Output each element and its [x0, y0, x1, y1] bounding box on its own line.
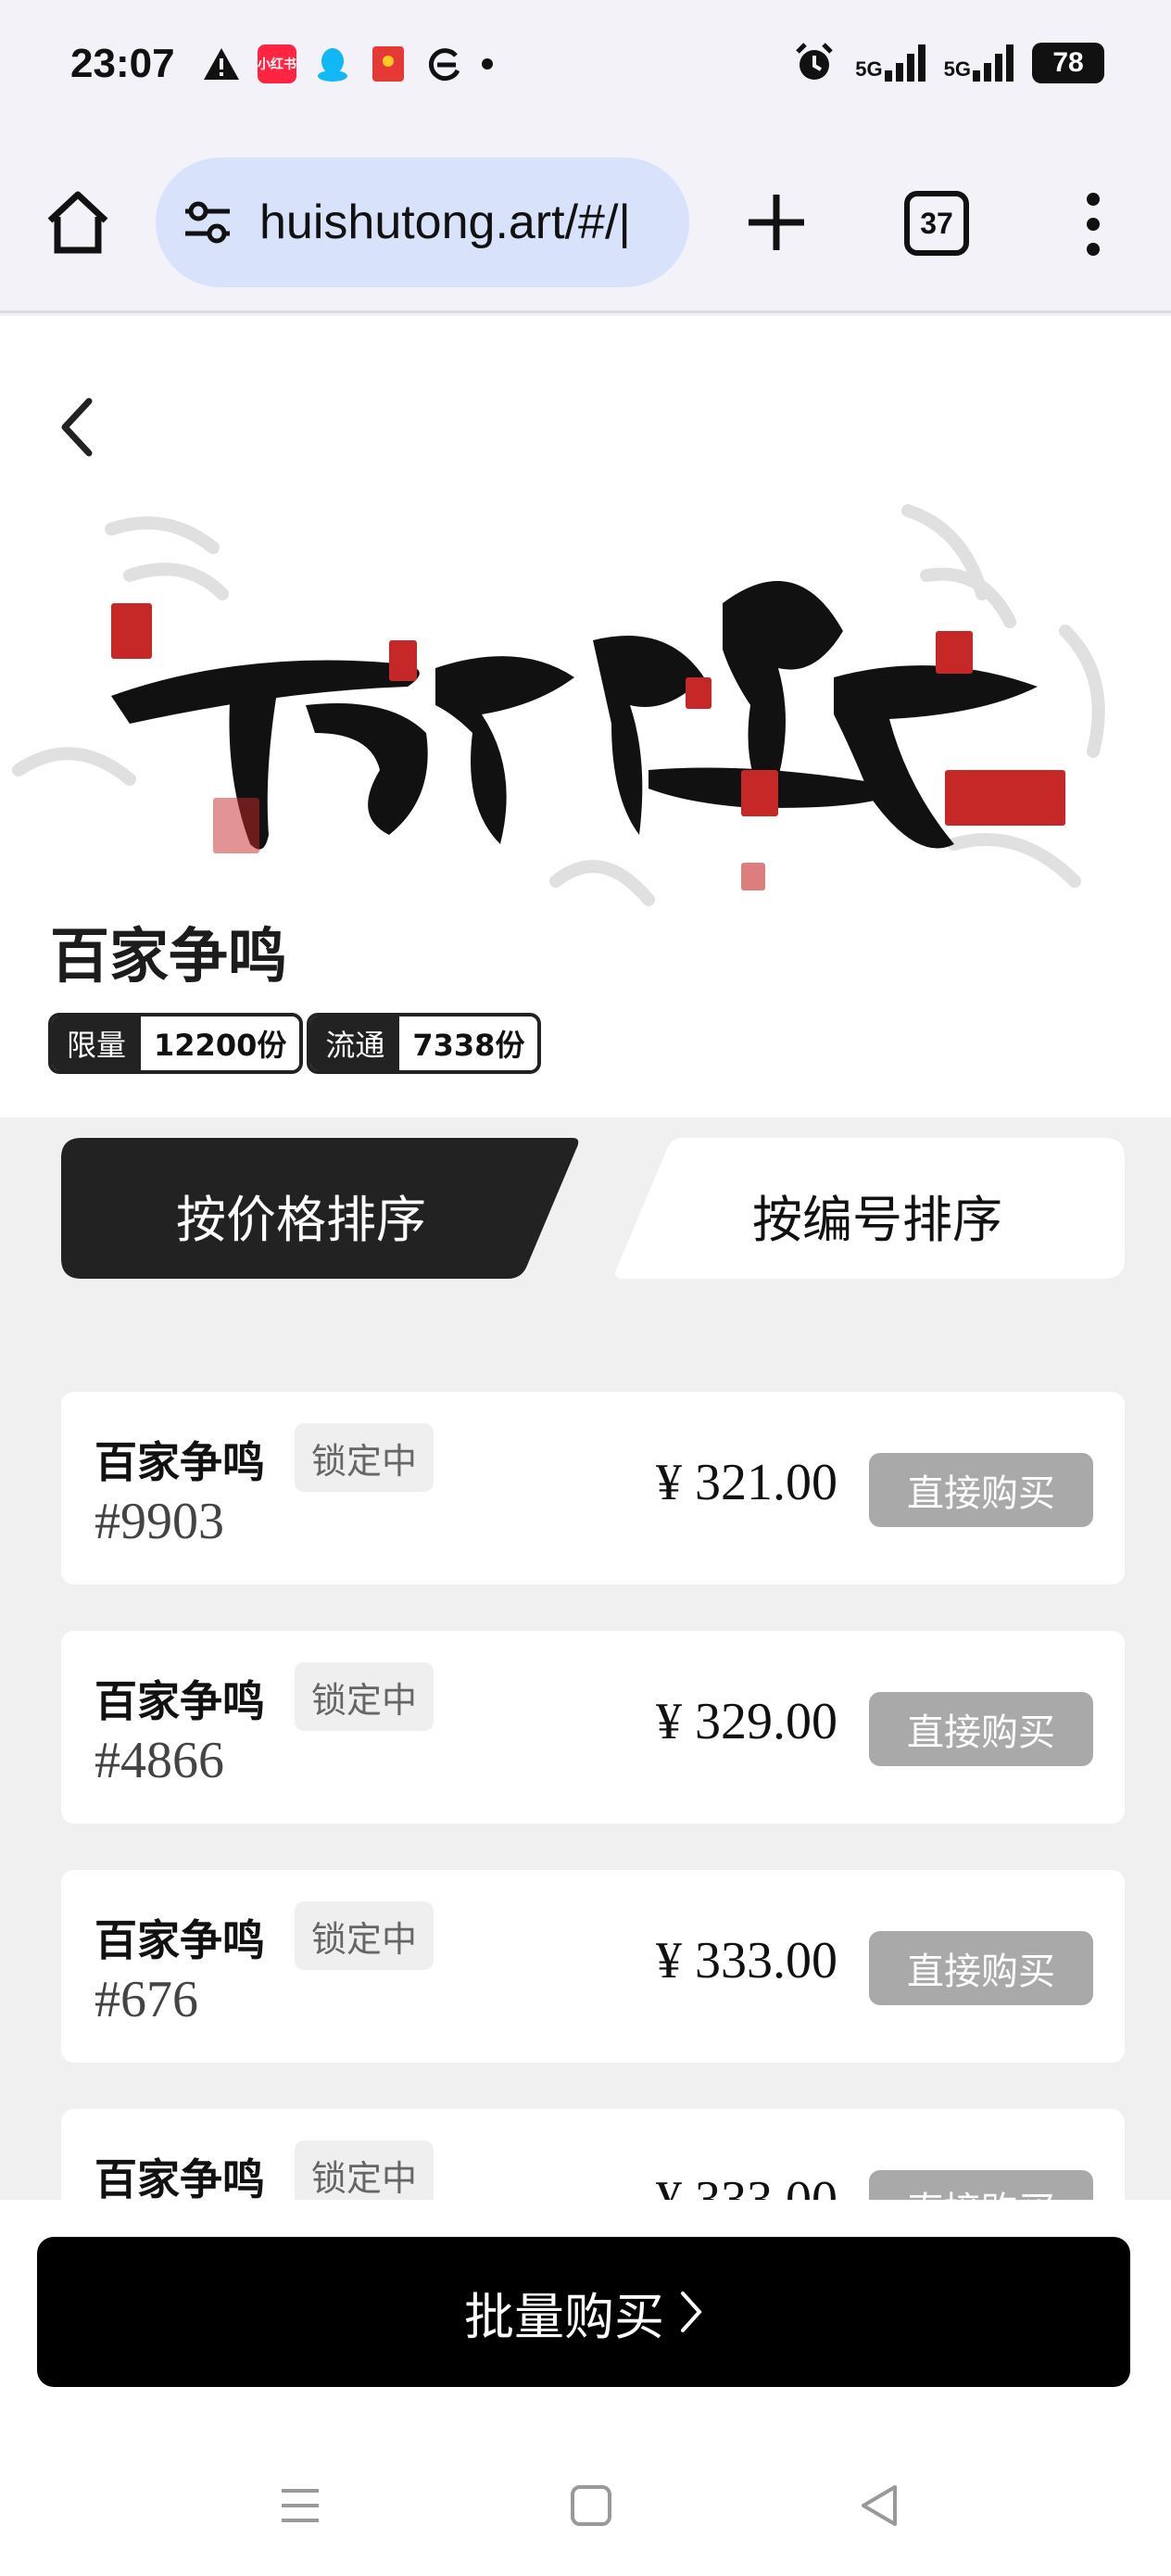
item-price: ¥ 329.00: [656, 1693, 837, 1750]
collection-hero: 百家争鸣 限量 12200份 流通 7338份: [0, 316, 1171, 1118]
item-number: #676: [94, 1971, 198, 2028]
limit-label: 限量: [52, 1017, 142, 1070]
bulk-buy-label: 批量购买: [464, 2287, 664, 2346]
notification-icons: 小红书: [202, 44, 495, 83]
status-bar: 23:07 小红书 5G 5G 78: [0, 0, 1171, 139]
listing-item[interactable]: 百家争鸣 锁定中 #4866 ¥ 329.00 直接购买: [61, 1631, 1125, 1824]
buy-now-button[interactable]: 直接购买: [869, 1692, 1093, 1766]
back-triangle-icon[interactable]: [852, 2478, 908, 2533]
qq-app-icon: [318, 48, 347, 82]
dot-icon: [482, 58, 493, 69]
chevron-right-icon: [681, 2292, 702, 2332]
menu-icon[interactable]: [272, 2478, 328, 2533]
tab-sort-by-number-label: 按编号排序: [752, 1191, 1002, 1249]
listing-item[interactable]: 百家争鸣 锁定中 #9903 ¥ 321.00 直接购买: [61, 1392, 1125, 1585]
buy-now-button[interactable]: 直接购买: [869, 1931, 1093, 2005]
item-name: 百家争鸣: [94, 2154, 265, 2204]
item-status-badge: 锁定中: [295, 2140, 434, 2209]
listing-item[interactable]: 百家争鸣 锁定中 #676 ¥ 333.00 直接购买: [61, 1870, 1125, 2063]
circulation-label: 流通: [310, 1017, 400, 1070]
home-square-icon[interactable]: [563, 2478, 619, 2533]
item-name: 百家争鸣: [94, 1676, 265, 1726]
home-icon[interactable]: [41, 185, 115, 259]
buy-now-button[interactable]: 直接购买: [869, 1453, 1093, 1527]
tabs-icon[interactable]: 37: [904, 191, 969, 256]
circulation-badge: 流通 7338份: [307, 1013, 542, 1074]
warning-icon: [204, 48, 239, 80]
bottom-action-bar: 批量购买: [0, 2200, 1171, 2441]
item-status-badge: 锁定中: [295, 1423, 434, 1492]
signal-5g-icon: 5G: [944, 44, 1014, 82]
tab-sort-by-number[interactable]: 按编号排序: [613, 1138, 1125, 1279]
item-price: ¥ 333.00: [656, 1932, 837, 1989]
item-number: #9903: [94, 1493, 224, 1550]
item-status-badge: 锁定中: [295, 1662, 434, 1731]
item-price: ¥ 321.00: [656, 1454, 837, 1511]
back-chevron-icon[interactable]: [50, 390, 106, 464]
sort-tabs: 按价格排序 按编号排序: [61, 1138, 1125, 1279]
browser-toolbar: huishutong.art/#/| 37: [0, 139, 1171, 313]
alarm-icon: [796, 43, 834, 80]
collection-title: 百家争鸣: [50, 923, 287, 991]
item-name: 百家争鸣: [94, 1915, 265, 1965]
url-text[interactable]: huishutong.art/#/|: [259, 195, 631, 250]
item-status-badge: 锁定中: [295, 1901, 434, 1970]
system-navigation-bar: [0, 2441, 1171, 2576]
battery-indicator: 78: [1032, 43, 1104, 83]
collection-stats: 限量 12200份 流通 7338份: [48, 1013, 542, 1074]
red-packet-icon: [372, 46, 404, 82]
circulation-value: 7338份: [399, 1017, 538, 1070]
calligraphy-banner-image: [12, 504, 1105, 906]
signal-5g-icon: 5G: [855, 44, 925, 82]
tab-sort-by-price-label: 按价格排序: [176, 1191, 426, 1249]
browser-app-icon: [429, 48, 460, 82]
item-name: 百家争鸣: [94, 1437, 265, 1487]
plus-icon[interactable]: [741, 187, 812, 258]
bulk-buy-button[interactable]: 批量购买: [37, 2237, 1130, 2387]
limit-value: 12200份: [141, 1017, 300, 1070]
site-settings-icon[interactable]: [182, 200, 233, 245]
status-time: 23:07: [70, 41, 175, 86]
item-number: #4866: [94, 1732, 224, 1789]
more-vert-icon[interactable]: [1075, 189, 1112, 259]
address-bar[interactable]: huishutong.art/#/|: [156, 158, 689, 287]
system-icons: 5G 5G 78: [792, 41, 1104, 85]
limit-badge: 限量 12200份: [48, 1013, 304, 1074]
tab-sort-by-price[interactable]: 按价格排序: [61, 1138, 580, 1279]
xiaohongshu-app-icon: 小红书: [258, 44, 296, 83]
